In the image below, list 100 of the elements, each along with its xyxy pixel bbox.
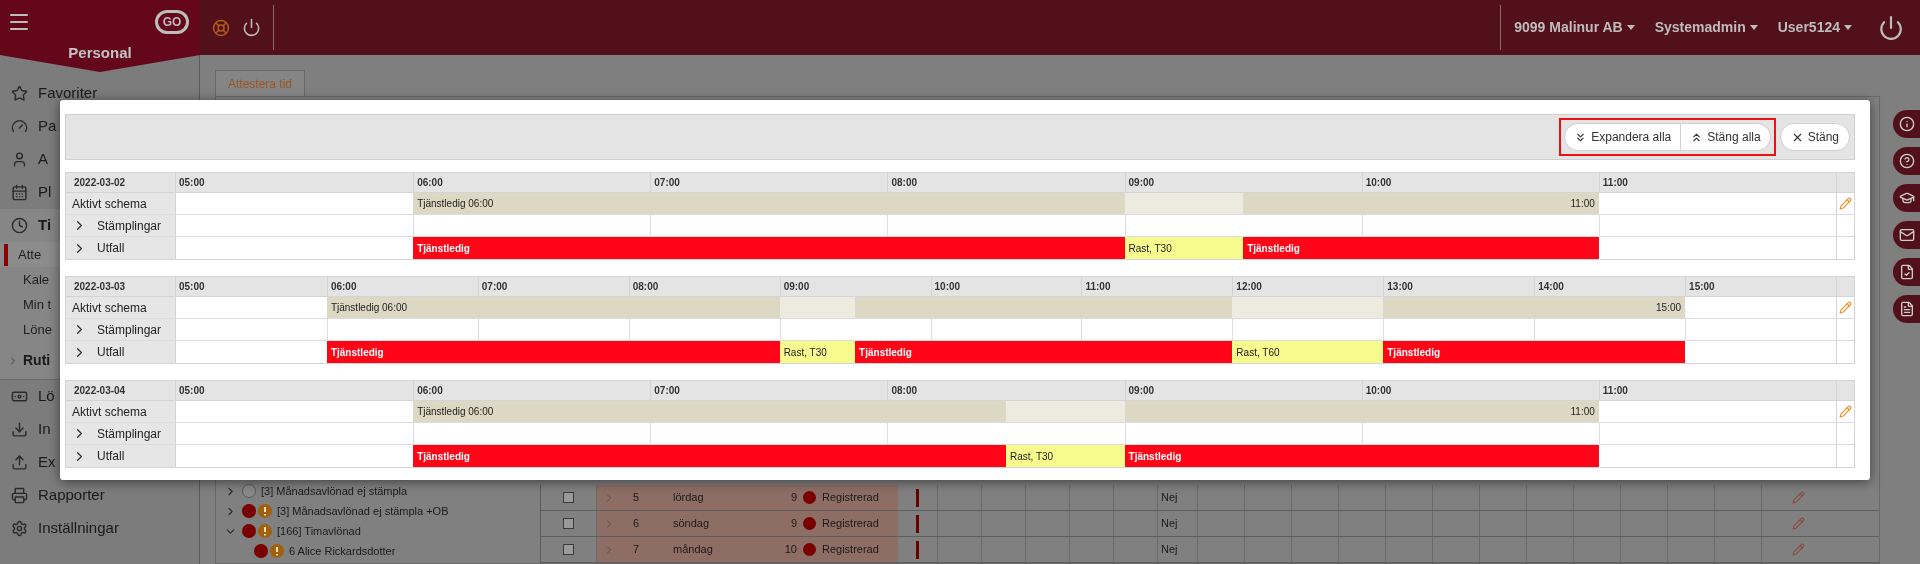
date-label: 2022-03-04	[74, 384, 126, 398]
mail-icon	[1898, 227, 1915, 243]
break-bar: Rast, T60	[1232, 341, 1384, 363]
hour-label: 05:00	[179, 280, 205, 294]
row-label: Aktivt schema	[72, 403, 147, 421]
absence-bar: Tjänstledig	[413, 445, 1006, 467]
sidebar-item[interactable]: Ti	[38, 214, 52, 237]
toolbar-button[interactable]: Stäng alla	[1681, 123, 1771, 151]
power-icon[interactable]	[1878, 14, 1904, 41]
side-tab[interactable]	[1893, 147, 1920, 175]
side-tab[interactable]	[1893, 110, 1920, 138]
hour-label: 08:00	[891, 384, 917, 398]
tree-item[interactable]: 6 Alice Rickardsdotter	[289, 542, 396, 560]
lifebuoy-icon[interactable]	[212, 18, 230, 37]
hour-label: 07:00	[481, 280, 508, 294]
status-bar-marker	[916, 514, 919, 533]
hour-label: 12:00	[1236, 280, 1262, 294]
bar-label: 11:00	[1570, 197, 1595, 211]
table-cell-text: måndag	[673, 542, 714, 558]
sidebar-item[interactable]: Inställningar	[38, 517, 119, 540]
row-label: Stämplingar	[97, 321, 162, 339]
hour-label: 10:00	[1365, 176, 1392, 190]
hour-label: 15:00	[1689, 280, 1715, 294]
hour-label: 09:00	[1128, 384, 1155, 398]
side-tab[interactable]	[1893, 295, 1920, 323]
table-cell-text: söndag	[673, 516, 711, 532]
tree-item[interactable]: [3] Månadsavlönad ej stämpla +OB	[277, 502, 449, 520]
table-cell-text: 10	[783, 542, 797, 558]
hour-label: 11:00	[1602, 384, 1628, 398]
clock-icon	[10, 217, 28, 234]
table-cell-text: lördag	[673, 490, 705, 506]
row-label: Aktivt schema	[72, 299, 147, 317]
account-menu[interactable]: Systemadmin	[1654, 17, 1758, 38]
hour-label: 11:00	[1602, 176, 1628, 190]
account-menu[interactable]: 9099 Malinur AB	[1514, 17, 1635, 38]
table-cell-text: Nej	[1161, 542, 1178, 558]
row-label: Utfall	[97, 240, 125, 257]
info-icon	[1898, 116, 1915, 132]
sidebar-item[interactable]: Löne	[23, 319, 52, 340]
caret-icon	[1626, 25, 1635, 30]
caret-icon	[1749, 25, 1758, 30]
upload-icon	[10, 454, 28, 471]
hour-label: 08:00	[891, 176, 917, 190]
row-label: Utfall	[97, 344, 125, 361]
break-bar: Rast, T30	[779, 341, 856, 363]
side-tab[interactable]	[1893, 221, 1920, 249]
tree-item[interactable]: [3] Månadsavlönad ej stämpla	[261, 482, 408, 500]
star-icon	[10, 85, 28, 102]
toolbar-button[interactable]: Stäng	[1779, 123, 1850, 151]
hour-label: 07:00	[654, 176, 680, 190]
row-label: Stämplingar	[97, 425, 162, 443]
table-cell-text: Registrerad	[822, 490, 879, 506]
hour-label: 10:00	[934, 280, 961, 294]
sidebar-item[interactable]: In	[38, 418, 51, 441]
logo: GO	[155, 10, 189, 34]
account-menu[interactable]: User5124	[1777, 17, 1852, 38]
sidebar-item[interactable]: Ruti	[23, 350, 51, 371]
warning-icon	[258, 504, 272, 518]
settings-icon	[10, 520, 28, 537]
sidebar-item[interactable]: Ex	[38, 451, 56, 474]
edit-icon[interactable]	[1839, 301, 1852, 314]
side-tab[interactable]	[1893, 184, 1920, 212]
hour-label: 08:00	[632, 280, 659, 294]
hour-label: 06:00	[417, 384, 443, 398]
hour-label: 09:00	[1128, 176, 1155, 190]
edit-icon[interactable]	[1839, 197, 1852, 210]
sidebar-item[interactable]: Kale	[23, 269, 50, 290]
graduation-cap-icon	[1898, 190, 1915, 206]
sidebar-item[interactable]: Pa	[38, 115, 57, 138]
toolbar-button[interactable]: Expandera alla	[1564, 123, 1682, 151]
row-label: Utfall	[97, 448, 125, 465]
power-icon[interactable]	[242, 18, 261, 37]
sidebar-item[interactable]: A	[38, 148, 48, 171]
break-bar: Rast, T30	[1006, 445, 1125, 467]
table-cell-text: Registrerad	[822, 516, 879, 532]
sidebar-item[interactable]: Min t	[23, 294, 52, 315]
tree-item[interactable]: [166] Timavlönad	[277, 522, 361, 540]
date-label: 2022-03-02	[74, 176, 126, 190]
printer-icon	[10, 487, 28, 504]
table-cell-text: 9	[789, 490, 797, 506]
sidebar-item[interactable]: Rapporter	[38, 484, 105, 507]
checkbox[interactable]	[563, 544, 574, 555]
sidebar-item[interactable]: Atte	[18, 244, 42, 265]
bar-label: 15:00	[1656, 301, 1682, 315]
sidebar-item[interactable]: Lö	[38, 385, 55, 408]
side-tab[interactable]	[1893, 258, 1920, 286]
hour-label: 10:00	[1365, 384, 1392, 398]
bar-label: 11:00	[1570, 405, 1595, 419]
table-cell-text: 9	[789, 516, 797, 532]
checkbox[interactable]	[563, 492, 574, 503]
hour-label: 06:00	[417, 176, 443, 190]
row-label: Stämplingar	[97, 217, 162, 235]
document-icon	[1898, 301, 1915, 317]
sidebar-item[interactable]: Pl	[38, 181, 52, 204]
absence-bar: Tjänstledig	[413, 237, 1125, 259]
checkbox[interactable]	[563, 518, 574, 529]
hour-label: 11:00	[1085, 280, 1111, 294]
module-title: Personal	[68, 43, 132, 63]
edit-icon[interactable]	[1839, 405, 1852, 418]
table-cell-text: 6	[633, 516, 641, 532]
